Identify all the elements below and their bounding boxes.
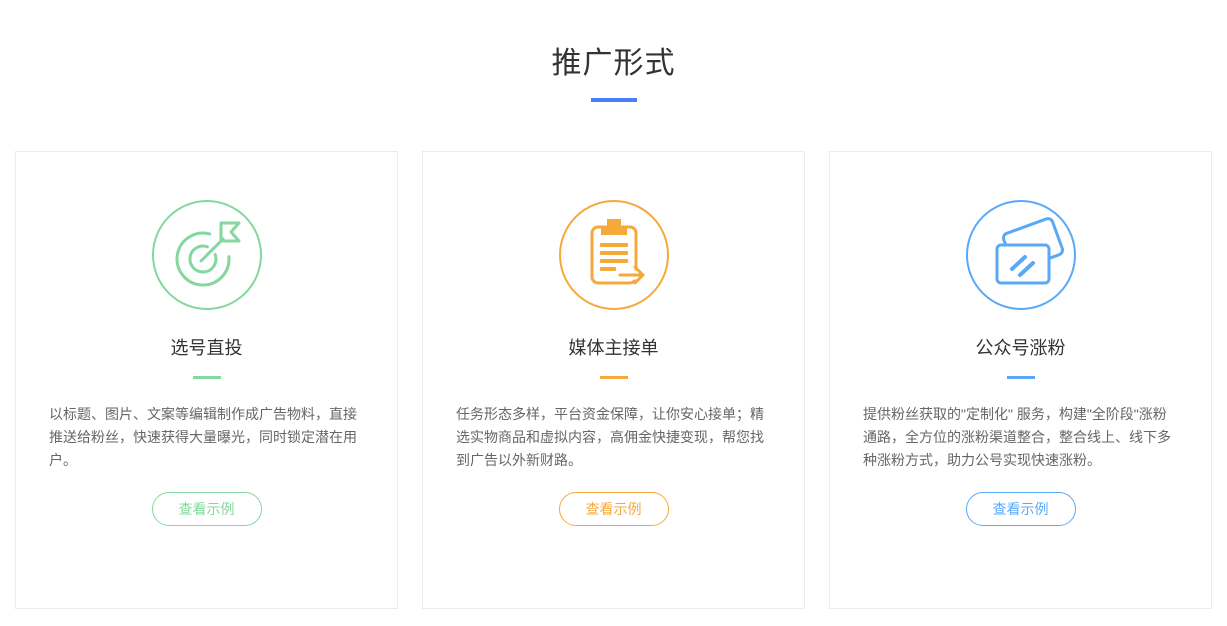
card-direct-post: 选号直投 以标题、图片、文案等编辑制作成广告物料，直接推送给粉丝，快速获得大量曝… xyxy=(15,151,398,609)
card-media-orders: 媒体主接单 任务形态多样，平台资金保障，让你安心接单；精选实物商品和虚拟内容，高… xyxy=(422,151,805,609)
card-description: 以标题、图片、文案等编辑制作成广告物料，直接推送给粉丝，快速获得大量曝光，同时锁… xyxy=(49,403,364,472)
title-underline xyxy=(591,98,637,102)
card-title: 媒体主接单 xyxy=(423,338,804,358)
card-fans-growth: 公众号涨粉 提供粉丝获取的"定制化" 服务，构建"全阶段"涨粉通路，全方位的涨粉… xyxy=(829,151,1212,609)
clipboard-arrow-icon xyxy=(558,199,670,311)
section-header: 推广形式 xyxy=(0,0,1227,102)
card-description: 任务形态多样，平台资金保障，让你安心接单；精选实物商品和虚拟内容，高佣金快捷变现… xyxy=(456,403,771,472)
view-example-button[interactable]: 查看示例 xyxy=(559,492,669,526)
card-title: 公众号涨粉 xyxy=(830,338,1211,358)
card-title: 选号直投 xyxy=(16,338,397,358)
card-underline xyxy=(1007,376,1035,379)
card-underline xyxy=(193,376,221,379)
promotion-section: 推广形式 选号直投 以标题、图片、文案等编辑制作成广告物料，直接推送给粉丝，快速… xyxy=(0,0,1227,626)
view-example-button[interactable]: 查看示例 xyxy=(152,492,262,526)
card-underline xyxy=(600,376,628,379)
stacked-cards-icon xyxy=(965,199,1077,311)
card-description: 提供粉丝获取的"定制化" 服务，构建"全阶段"涨粉通路，全方位的涨粉渠道整合，整… xyxy=(863,403,1178,472)
page-title: 推广形式 xyxy=(0,42,1227,86)
target-dart-icon xyxy=(151,199,263,311)
cards-row: 选号直投 以标题、图片、文案等编辑制作成广告物料，直接推送给粉丝，快速获得大量曝… xyxy=(15,151,1212,609)
view-example-button[interactable]: 查看示例 xyxy=(966,492,1076,526)
